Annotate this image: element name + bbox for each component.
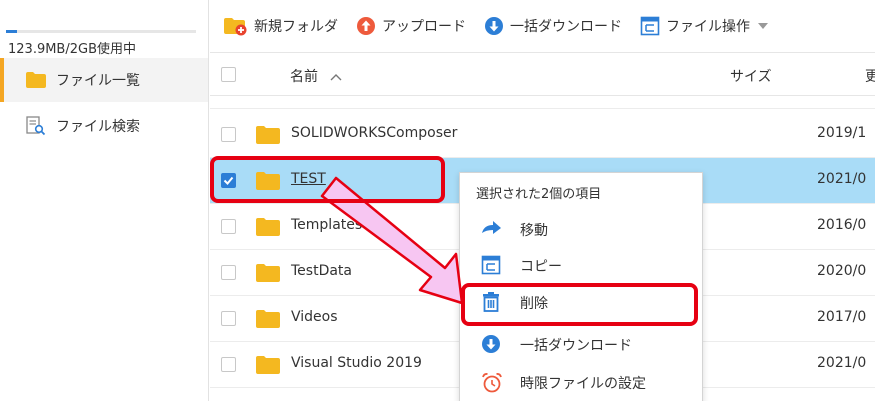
file-name[interactable]: SOLIDWORKSComposer: [291, 125, 457, 141]
table-row[interactable]: SOLIDWORKSComposer 2019/1: [210, 112, 875, 158]
file-name[interactable]: Templates: [291, 217, 362, 233]
file-operations-label: ファイル操作: [666, 19, 750, 35]
file-name[interactable]: TestData: [291, 263, 352, 279]
select-all-checkbox[interactable]: [221, 67, 236, 82]
file-operations-dropdown[interactable]: ファイル操作: [640, 16, 768, 36]
file-name[interactable]: Videos: [291, 309, 338, 325]
file-date: 2020/0: [817, 263, 867, 279]
row-checkbox[interactable]: [221, 265, 236, 280]
sidebar: 123.9MB/2GB使用中 ファイル一覧 ファイル検索: [0, 0, 209, 401]
storage-usage-fill: [6, 30, 18, 33]
upload-button[interactable]: アップロード: [356, 16, 466, 36]
column-header-date[interactable]: 更: [865, 66, 875, 86]
table-header: 名前 サイズ 更: [210, 52, 875, 96]
bulk-download-label: 一括ダウンロード: [510, 19, 622, 35]
menu-item-bulk-download[interactable]: 一括ダウンロード: [460, 326, 702, 362]
row-checkbox[interactable]: [221, 127, 236, 142]
row-checkbox[interactable]: [221, 173, 236, 188]
folder-icon: [256, 310, 280, 332]
sidebar-item-label: ファイル一覧: [56, 73, 140, 89]
alarm-clock-icon: [481, 372, 503, 394]
download-icon: [484, 16, 504, 36]
new-folder-label: 新規フォルダ: [254, 19, 338, 35]
row-checkbox[interactable]: [221, 311, 236, 326]
upload-label: アップロード: [382, 19, 466, 35]
chevron-down-icon: [758, 23, 768, 29]
folder-icon: [26, 72, 46, 88]
folder-icon: [256, 218, 280, 240]
new-folder-button[interactable]: 新規フォルダ: [224, 16, 338, 36]
storage-usage-bar: [6, 30, 196, 33]
checkmark-icon: [223, 176, 234, 185]
folder-icon: [256, 356, 280, 378]
bulk-download-button[interactable]: 一括ダウンロード: [484, 16, 622, 36]
storage-usage-text: 123.9MB/2GB使用中: [8, 42, 136, 57]
file-date: 2019/1: [817, 125, 867, 141]
file-date: 2016/0: [817, 217, 867, 233]
column-header-name-label: 名前: [290, 69, 318, 85]
file-operations-icon: [640, 16, 660, 36]
move-arrow-icon: [481, 219, 503, 237]
row-checkbox[interactable]: [221, 219, 236, 234]
sidebar-item-file-search[interactable]: ファイル検索: [0, 104, 208, 148]
file-name[interactable]: TEST: [291, 171, 326, 187]
menu-item-label: 時限ファイルの設定: [520, 376, 646, 392]
menu-item-label: コピー: [520, 259, 562, 275]
sidebar-item-file-list[interactable]: ファイル一覧: [0, 58, 208, 102]
sort-ascending-icon: [330, 69, 342, 85]
row-checkbox[interactable]: [221, 357, 236, 372]
context-menu-title: 選択された2個の項目: [476, 187, 602, 202]
new-folder-icon: [224, 16, 248, 36]
menu-item-timed-file[interactable]: 時限ファイルの設定: [460, 364, 702, 400]
folder-icon: [256, 172, 280, 194]
table-row[interactable]: [210, 97, 875, 109]
menu-item-copy[interactable]: コピー: [460, 247, 702, 283]
file-date: 2021/0: [817, 355, 867, 371]
file-date: 2017/0: [817, 309, 867, 325]
menu-item-label: 一括ダウンロード: [520, 338, 632, 354]
sidebar-item-label: ファイル検索: [56, 119, 140, 135]
folder-icon: [256, 126, 280, 148]
trash-icon: [481, 292, 501, 312]
folder-icon: [256, 264, 280, 286]
download-icon: [481, 334, 501, 354]
menu-item-label: 削除: [520, 296, 548, 312]
context-menu: 選択された2個の項目 移動 コピー 削除 一括ダウンロード 時限ファイルの設定: [459, 172, 703, 401]
menu-item-move[interactable]: 移動: [460, 211, 702, 247]
toolbar: 新規フォルダ アップロード 一括ダウンロード ファイル操作: [210, 0, 875, 52]
upload-icon: [356, 16, 376, 36]
file-date: 2021/0: [817, 171, 867, 187]
menu-item-label: 移動: [520, 223, 548, 239]
column-header-name[interactable]: 名前: [290, 66, 342, 86]
file-search-icon: [26, 116, 46, 136]
column-header-size[interactable]: サイズ: [730, 66, 772, 86]
menu-item-delete[interactable]: 削除: [460, 284, 702, 320]
copy-icon: [481, 255, 501, 275]
file-name[interactable]: Visual Studio 2019: [291, 355, 422, 371]
